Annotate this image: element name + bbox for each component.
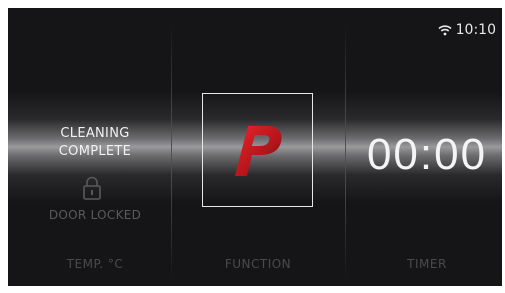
pyrolysis-p-icon [235, 126, 282, 176]
padlock-icon [83, 176, 101, 200]
wifi-icon [438, 25, 452, 36]
cleaning-status-line2: COMPLETE [58, 144, 132, 159]
timer-display[interactable]: 00:00 [360, 130, 494, 180]
status-bar: 10:10 [438, 22, 496, 38]
oven-display: 10:10 CLEANING COMPLETE DOOR LOCKED 00:0… [8, 8, 502, 286]
function-selector[interactable] [202, 93, 313, 207]
left-divider [171, 24, 172, 280]
temperature-label[interactable]: TEMP. °C [30, 257, 160, 271]
timer-label[interactable]: TIMER [360, 257, 494, 271]
cleaning-status: CLEANING COMPLETE [30, 125, 160, 161]
function-label[interactable]: FUNCTION [183, 257, 333, 271]
right-divider [345, 24, 346, 280]
door-locked-status: DOOR LOCKED [48, 208, 142, 222]
clock-time: 10:10 [455, 22, 496, 38]
cleaning-status-line1: CLEANING [60, 126, 130, 141]
